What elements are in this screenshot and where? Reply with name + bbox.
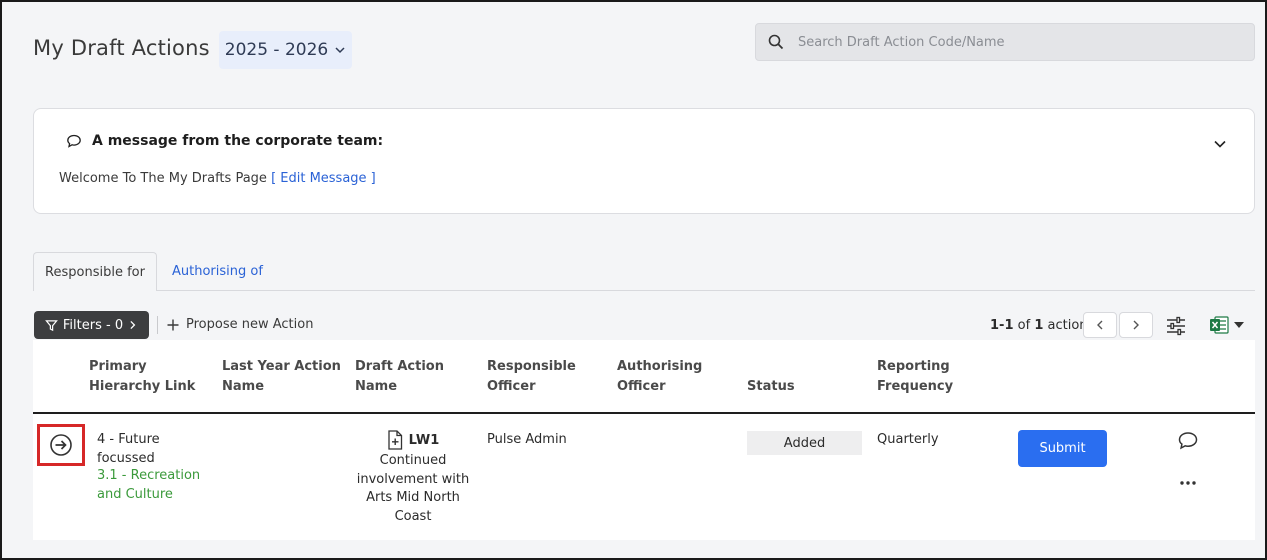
message-heading: A message from the corporate team: [66,133,383,149]
prev-page-button[interactable] [1083,312,1117,338]
filters-button[interactable]: Filters - 0 [34,311,149,339]
year-selector[interactable]: 2025 - 2026 [219,31,352,69]
draft-action-cell[interactable]: LW1 Continued involvement with Arts Mid … [355,430,471,526]
year-selector-label: 2025 - 2026 [224,40,329,60]
search-icon [768,34,784,50]
toolbar-divider [157,316,158,334]
message-heading-text: A message from the corporate team: [92,133,384,149]
comment-icon[interactable] [1177,431,1199,451]
draft-action-name: Continued involvement with Arts Mid Nort… [356,453,470,524]
message-card: A message from the corporate team: Welco… [33,108,1255,214]
tab-authorising-of[interactable]: Authorising of [172,264,263,279]
column-header-reporting-frequency[interactable]: Reporting Frequency [877,357,977,397]
tab-divider [157,290,1255,291]
column-header-primary-hierarchy[interactable]: Primary Hierarchy Link [89,357,214,397]
plus-icon [167,319,179,330]
message-body: Welcome To The My Drafts Page [ Edit Mes… [59,171,376,186]
arrow-right-circle-icon [50,434,72,456]
column-header-authorising-officer[interactable]: Authorising Officer [617,357,717,397]
more-options-icon[interactable] [1178,478,1198,488]
search-box[interactable] [755,23,1255,61]
search-input[interactable] [798,34,1254,50]
chevron-down-icon [335,47,345,54]
filter-icon [45,319,58,331]
open-action-button[interactable] [37,424,85,466]
chevron-right-icon [130,320,136,330]
table-header-divider [33,412,1255,414]
edit-message-link[interactable]: [ Edit Message ] [271,171,376,186]
status-badge: Added [747,431,862,455]
pager-unit: action [1047,318,1088,333]
pager-of: of [1017,318,1031,333]
column-header-draft-action[interactable]: Draft Action Name [355,357,455,397]
propose-new-action-button[interactable]: Propose new Action [167,317,313,332]
chevron-right-icon [1133,320,1139,330]
speech-bubble-icon [67,134,81,148]
tab-responsible-for[interactable]: Responsible for [33,252,157,291]
column-header-status[interactable]: Status [747,377,847,397]
next-page-button[interactable] [1119,312,1153,338]
submit-button[interactable]: Submit [1018,430,1107,467]
filters-label: Filters - 0 [62,317,124,333]
collapse-chevron-icon[interactable] [1212,136,1228,152]
page-title: My Draft Actions [33,36,210,60]
column-settings-icon[interactable] [1165,316,1187,336]
responsible-officer-cell: Pulse Admin [487,432,567,447]
pager-total: 1 [1034,318,1044,333]
hierarchy-secondary-link[interactable]: 3.1 - Recreation and Culture [97,467,207,504]
column-header-last-year-action[interactable]: Last Year Action Name [222,357,342,397]
pager-summary: 1-1 of 1 action [990,318,1088,333]
document-plus-icon [388,430,402,450]
chevron-left-icon [1097,320,1103,330]
message-text: Welcome To The My Drafts Page [59,171,267,186]
pager-range: 1-1 [990,318,1014,333]
hierarchy-primary: 4 - Future focussed [97,432,160,466]
caret-down-icon[interactable] [1234,321,1244,329]
reporting-frequency-cell: Quarterly [877,432,939,447]
excel-export-icon[interactable] [1209,315,1229,335]
column-header-responsible-officer[interactable]: Responsible Officer [487,357,587,397]
draft-action-code: LW1 [408,432,440,448]
propose-label: Propose new Action [186,317,314,332]
